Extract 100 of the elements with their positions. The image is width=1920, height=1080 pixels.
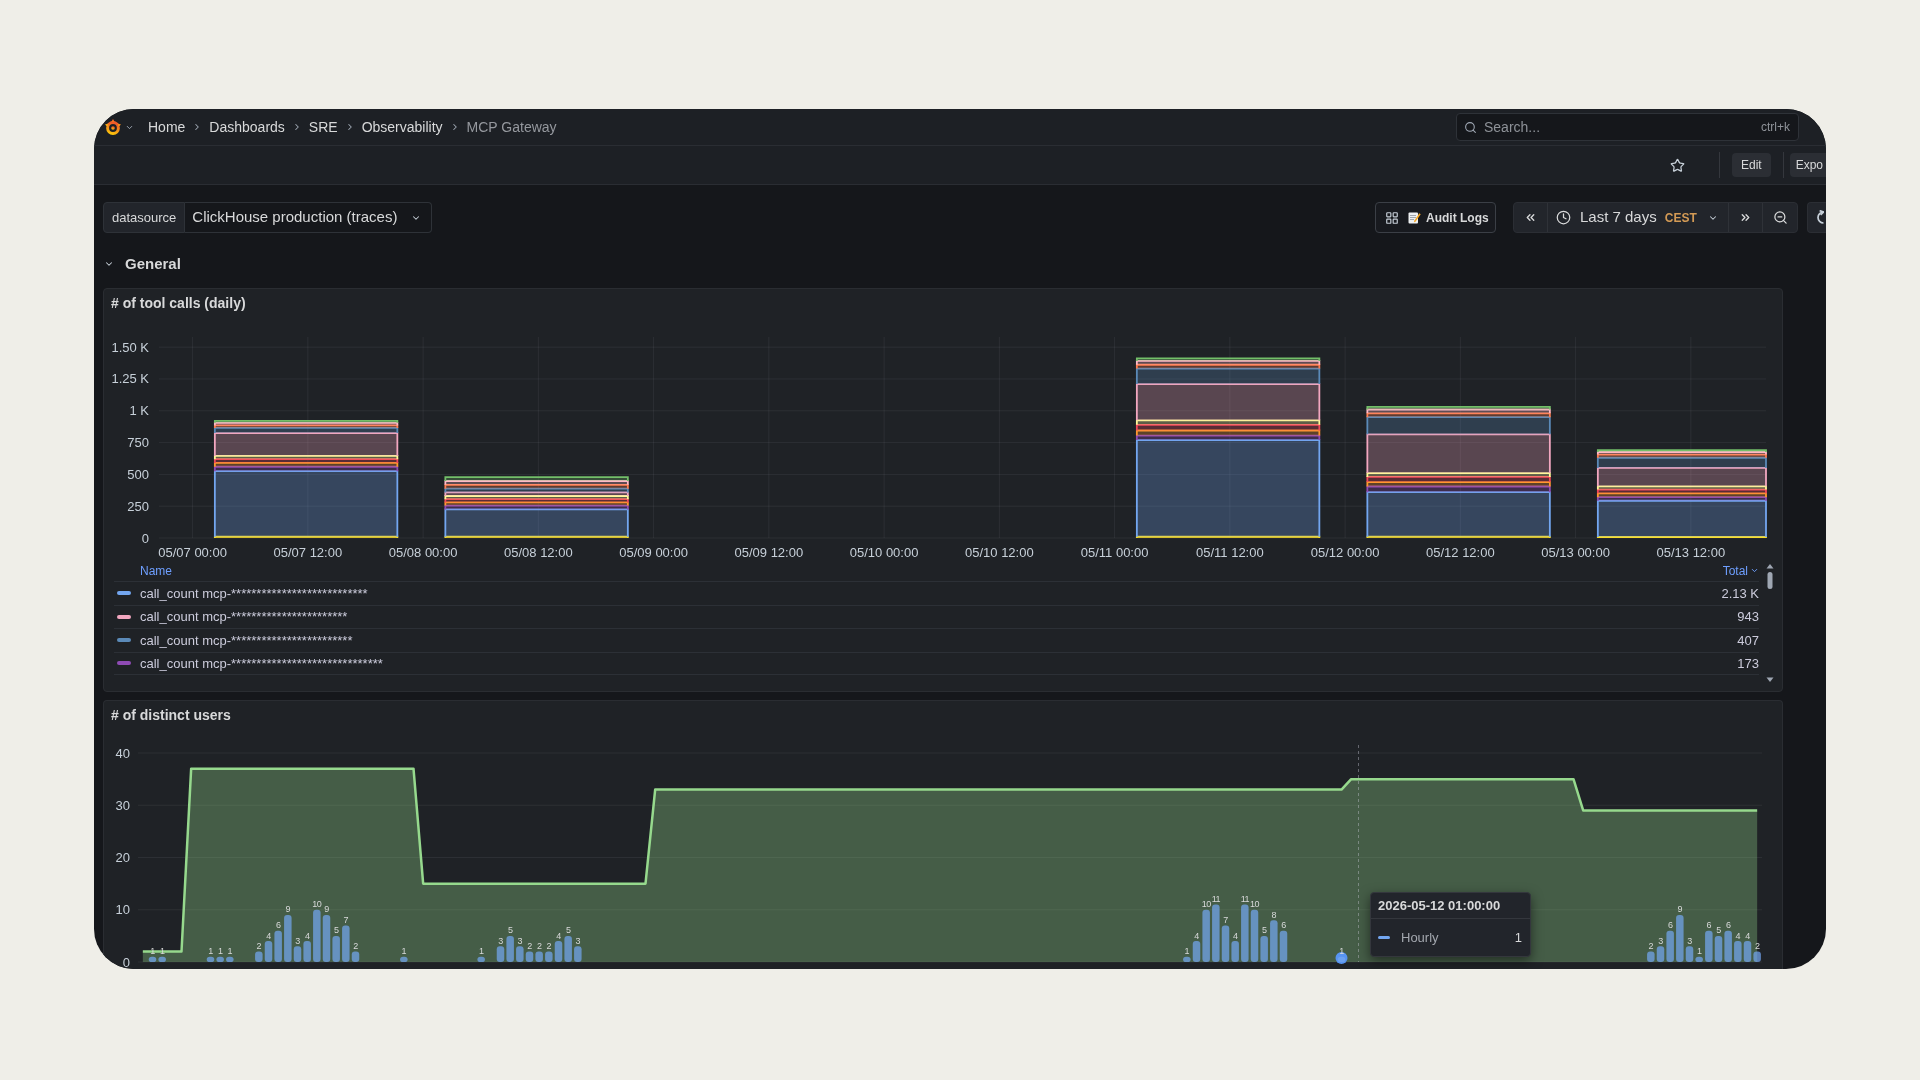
bar-value-label: 1 — [401, 946, 407, 957]
hourly-bar — [574, 946, 582, 962]
y-axis-label: 500 — [127, 466, 149, 482]
x-axis-label: 05/07 12:00 — [273, 544, 343, 560]
bar-value-label: 3 — [575, 935, 581, 946]
series-total: 943 — [1737, 608, 1759, 626]
breadcrumb-link[interactable]: Dashboards — [209, 116, 285, 138]
series-name: call_count mcp-*************************** — [140, 584, 368, 603]
bar-value-label: 2 — [536, 941, 542, 952]
bar-value-label: 1 — [150, 946, 155, 957]
variable-label: datasource — [103, 202, 186, 233]
series-total: 407 — [1737, 631, 1759, 650]
series-name: Hourly — [1401, 928, 1439, 947]
bar-value-label: 5 — [1261, 925, 1267, 936]
x-axis-label: 05/11 12:00 — [1196, 544, 1264, 560]
x-axis-label: 05/12 12:00 — [1426, 544, 1495, 560]
y-axis-label: 750 — [127, 435, 149, 451]
bar-value-label: 1 — [1184, 946, 1190, 957]
bar-value-label: 1 — [227, 946, 233, 957]
breadcrumb-link[interactable]: MCP Gateway — [466, 116, 557, 138]
hourly-bar — [226, 956, 234, 962]
bar-value-label: 3 — [295, 935, 300, 946]
series-total: 173 — [1737, 654, 1759, 673]
bar-value-label: 3 — [498, 935, 503, 946]
bar-value-label: 7 — [343, 914, 349, 925]
bar-value-label: 10 — [1201, 899, 1211, 910]
x-axis-label: 05/08 00:00 — [388, 544, 458, 560]
clock-icon — [1556, 210, 1571, 225]
x-axis-label: 05/09 00:00 — [619, 544, 688, 560]
bar-value-label: 6 — [1281, 920, 1286, 931]
hourly-bar — [1337, 956, 1346, 962]
column-header[interactable]: Total — [1722, 561, 1759, 580]
bar-value-label: 1 — [1696, 946, 1702, 957]
bar-value-label: 4 — [1745, 930, 1750, 941]
series-name: call_count mcp-****************************** — [140, 654, 383, 673]
bar-value-label: 2 — [1754, 941, 1760, 952]
bar-value-label: 8 — [1271, 909, 1277, 920]
bar-value-label: 5 — [333, 925, 339, 936]
hourly-bar — [400, 956, 408, 962]
panel-title: # of tool calls (daily) — [111, 294, 246, 313]
bar-value-label: 2 — [527, 941, 532, 952]
bar-value-label: 5 — [565, 925, 571, 936]
series-name: call_count mcp-************************ — [140, 631, 353, 650]
x-axis-label: 05/10 00:00 — [849, 544, 919, 560]
bar-value-label: 1 — [208, 946, 213, 957]
bar-value-label: 4 — [1232, 930, 1238, 941]
caret-down-icon — [1750, 566, 1759, 575]
bar-value-label: 2 — [353, 941, 358, 952]
section-toggle[interactable]: General — [103, 252, 181, 276]
bar-value-label: 2 — [256, 941, 262, 952]
bar-value-label: 4 — [304, 930, 310, 941]
x-axis-label: 05/09 12:00 — [734, 544, 804, 560]
refresh-button[interactable] — [1807, 202, 1826, 233]
bar-value-label: 1 — [478, 946, 484, 957]
chevrons-right-icon — [1739, 211, 1752, 224]
x-axis-label: 05/11 00:00 — [1080, 544, 1149, 560]
bar-value-label: 9 — [285, 904, 291, 915]
logo-icon[interactable] — [104, 118, 122, 136]
breadcrumb-link[interactable]: SRE — [308, 116, 338, 138]
bar-value-label: 1 — [159, 946, 165, 957]
toolbar-button[interactable]: Edit — [1731, 153, 1771, 177]
scrollbar[interactable] — [1766, 563, 1774, 683]
bar-value-label: 4 — [556, 930, 561, 941]
y-axis-label: 30 — [115, 797, 130, 813]
bar-value-label: 9 — [1677, 904, 1683, 915]
x-axis-label: 05/10 12:00 — [965, 544, 1034, 560]
y-axis-label: 0 — [141, 530, 149, 546]
breadcrumb-link[interactable]: Home — [148, 116, 186, 138]
hourly-bar — [1279, 930, 1288, 962]
notepad-pencil-icon — [1408, 211, 1421, 224]
breadcrumb-link[interactable]: Observability — [361, 116, 443, 138]
bar-value-label: 5 — [507, 925, 513, 936]
bar-value-label: 7 — [1223, 914, 1228, 925]
star-icon[interactable] — [1669, 157, 1685, 173]
bar-value-label: 1 — [217, 946, 223, 957]
bar-value-label: 11 — [1240, 894, 1249, 905]
y-axis-label: 20 — [115, 850, 130, 865]
bar-value-label: 3 — [517, 935, 523, 946]
bar-value-label: 4 — [266, 930, 271, 941]
x-axis-label: 05/13 00:00 — [1541, 544, 1610, 560]
y-axis-label: 10 — [115, 902, 130, 918]
chevrons-left-icon — [1524, 211, 1537, 224]
grid-icon — [1385, 210, 1399, 225]
bar-value-label: 2 — [1648, 941, 1654, 952]
toolbar-button[interactable]: Expo — [1789, 153, 1826, 177]
bar-value-label: 2 — [546, 941, 552, 952]
bar-value-label: 6 — [1667, 920, 1673, 931]
shortcut-hint: ctrl+k — [1761, 119, 1790, 135]
zoom-out-icon — [1772, 210, 1788, 225]
bar-value-label: 9 — [324, 904, 329, 915]
x-axis-label: 05/13 12:00 — [1656, 544, 1726, 560]
column-header[interactable]: Name — [140, 561, 172, 580]
x-axis-label: 05/12 00:00 — [1310, 544, 1380, 560]
y-axis-label: 1 K — [129, 403, 149, 419]
variable-select[interactable]: ClickHouse production (traces) — [185, 202, 433, 233]
refresh-icon — [1815, 210, 1824, 225]
tooltip-time: 2026-05-12 01:00:00 — [1371, 893, 1530, 919]
bar-value-label: 4 — [1194, 930, 1199, 941]
dashboard-link-button[interactable]: Audit Logs — [1375, 202, 1496, 233]
hourly-bar — [1714, 935, 1723, 962]
